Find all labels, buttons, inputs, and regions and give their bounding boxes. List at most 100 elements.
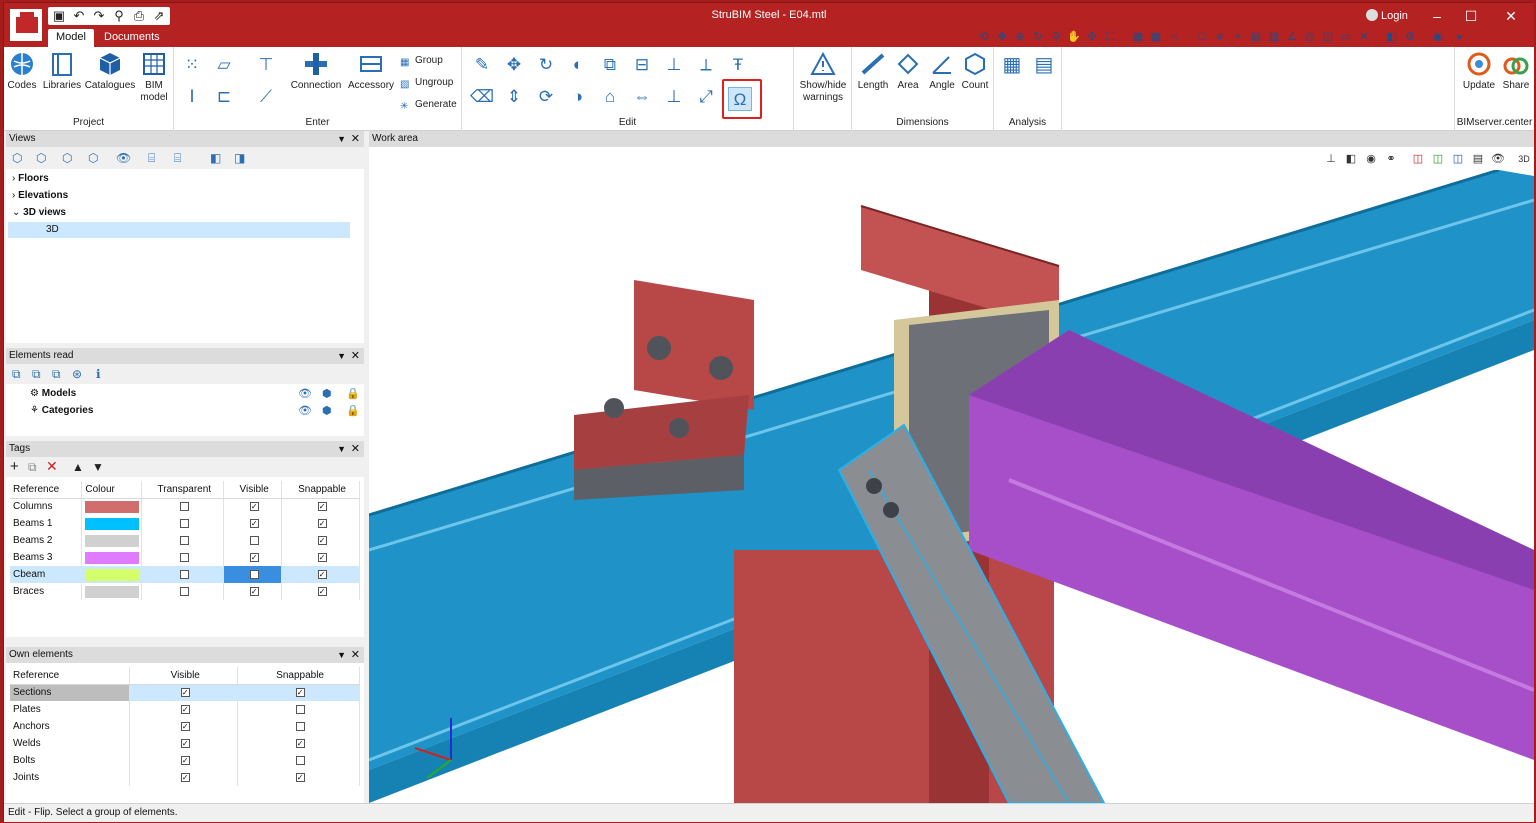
tree-item-3d-views[interactable]: ⌄ 3D views [12,205,66,221]
trim-icon[interactable]: ⟂ [694,53,718,77]
visible-checkbox[interactable]: ✓ [180,704,190,714]
table-row[interactable]: Braces ✓ ✓ [10,583,360,600]
layers-icon[interactable]: ◫ [1320,29,1336,45]
catalogues-button[interactable]: Catalogues [84,51,136,92]
table-row[interactable]: Joints ✓ ✓ [10,769,360,786]
cell-colour[interactable] [81,532,143,549]
move-up-icon[interactable]: ▲ [72,460,84,474]
visible-checkbox[interactable]: ✓ [180,688,190,698]
libraries-button[interactable]: Libraries [40,51,84,92]
visible-checkbox[interactable]: ✓ [180,772,190,782]
tree-item-elevations[interactable]: › Elevations [12,188,68,204]
expand-icon[interactable]: ▸ [1452,29,1468,45]
history-icon[interactable]: ◷ [1302,29,1318,45]
filter-icon[interactable]: ⊛ [72,367,82,381]
maximize-button[interactable]: ☐ [1456,6,1486,26]
delete-view-icon[interactable]: ⬡ [88,151,98,165]
visible-checkbox[interactable]: ✓ [180,738,190,748]
cell-colour[interactable] [81,498,143,515]
cell-snappable[interactable]: ✓ [237,684,360,701]
magnet-icon[interactable]: ∩ [1166,29,1182,45]
eraser-icon[interactable]: ⌫ [470,85,494,109]
cell-colour[interactable] [81,566,143,583]
section-plane-icon[interactable]: ◨ [234,151,245,165]
snappable-checkbox[interactable]: ✓ [317,552,327,562]
hand-icon[interactable]: ✋ [1066,29,1082,45]
split-icon[interactable]: ⊟ [630,53,654,77]
cell-snappable[interactable] [237,752,360,769]
tree-item-3d[interactable]: 3D [8,222,350,238]
cell-colour[interactable] [81,515,143,532]
snappable-checkbox[interactable]: ✓ [295,772,305,782]
settings-icon[interactable]: ⚙ [1402,29,1418,45]
table-icon[interactable]: ▥ [1266,29,1282,45]
visibility-icon[interactable]: 👁 [1491,152,1505,166]
colour-swatch[interactable] [85,551,140,564]
align-icon[interactable]: Ŧ [726,53,750,77]
snappable-checkbox[interactable] [295,704,305,714]
pencil-icon[interactable]: ✎ [470,53,494,77]
symmetry-icon[interactable]: ◑ [566,85,590,109]
eye-icon[interactable]: 👁 [298,404,312,417]
table-row[interactable]: Bolts ✓ [10,752,360,769]
cell-visible[interactable]: ✓ [223,549,283,566]
app-logo[interactable] [8,7,44,43]
target-icon[interactable]: ⌖ [1230,29,1246,45]
cell-visible[interactable]: ✓ [129,684,239,701]
snappable-checkbox[interactable]: ✓ [295,738,305,748]
refresh-icon[interactable]: ↻ [1030,29,1046,45]
cell-visible[interactable]: ✓ [129,718,239,735]
cube-icon[interactable]: ⬢ [322,404,332,417]
mirror-icon[interactable]: ◐ [566,53,590,77]
cell-snappable[interactable]: ✓ [281,583,360,600]
visible-checkbox[interactable] [249,569,259,579]
tools-icon[interactable]: ✕ [1356,29,1372,45]
cell-colour[interactable] [81,583,143,600]
count-button[interactable]: Count [958,51,992,92]
close-icon[interactable]: ✕ [351,441,360,457]
beam-icon[interactable]: ⊤ [254,53,278,77]
transparent-checkbox[interactable] [179,502,189,512]
collapse-icon[interactable]: ▼ [337,131,346,147]
table-row[interactable]: Sections ✓ ✓ [10,684,360,701]
snappable-checkbox[interactable]: ✓ [317,569,327,579]
visible-checkbox[interactable]: ✓ [180,755,190,765]
duplicate-icon[interactable]: ⧉ [28,460,37,475]
close-icon[interactable]: ✕ [351,131,360,147]
work-area[interactable]: Work area ⊥ ◧ ◉ ⚭ ◫ ◫ ◫ ▤ 👁 3D [369,131,1534,803]
section-red-icon[interactable]: ◫ [1411,152,1425,166]
colour-swatch[interactable] [85,585,140,598]
transparent-checkbox[interactable] [179,552,189,562]
calculator-icon[interactable]: ▦ [1000,53,1024,77]
group-button[interactable]: ▦ Group [400,55,443,69]
ungroup-button[interactable]: ▧ Ungroup [400,77,453,91]
visible-checkbox[interactable]: ✓ [249,586,259,596]
join-icon[interactable]: ⇔ [630,85,654,109]
table-row[interactable]: Columns ✓ ✓ [10,498,360,515]
split-model-icon[interactable]: ⧉ [52,367,61,382]
axes-icon[interactable]: ⊥ [1324,152,1338,166]
colour-swatch[interactable] [85,568,140,581]
cell-snappable[interactable]: ✓ [281,498,360,515]
tab-documents[interactable]: Documents [96,29,168,47]
table-row[interactable]: Welds ✓ ✓ [10,735,360,752]
lock-icon[interactable]: 🔒 [346,404,360,417]
extend-icon[interactable]: ⊥ [662,53,686,77]
copy-view-icon[interactable]: ⬡ [62,151,72,165]
transparent-checkbox[interactable] [179,535,189,545]
visible-checkbox[interactable] [249,535,259,545]
cell-transparent[interactable] [141,566,225,583]
snappable-checkbox[interactable]: ✓ [317,518,327,528]
move-view-icon[interactable]: ✣ [1084,29,1100,45]
cell-snappable[interactable] [237,701,360,718]
table-row[interactable]: Beams 1 ✓ ✓ [10,515,360,532]
cell-visible[interactable]: ✓ [223,498,283,515]
codes-button[interactable]: Codes [7,51,37,92]
cut-icon[interactable]: ⊥ [662,85,686,109]
cell-transparent[interactable] [141,532,225,549]
plate-icon[interactable]: ▱ [212,53,236,77]
cell-snappable[interactable]: ✓ [237,735,360,752]
pan-icon[interactable]: ✥ [994,29,1010,45]
colour-swatch[interactable] [85,500,140,513]
tab-model[interactable]: Model [48,29,94,47]
